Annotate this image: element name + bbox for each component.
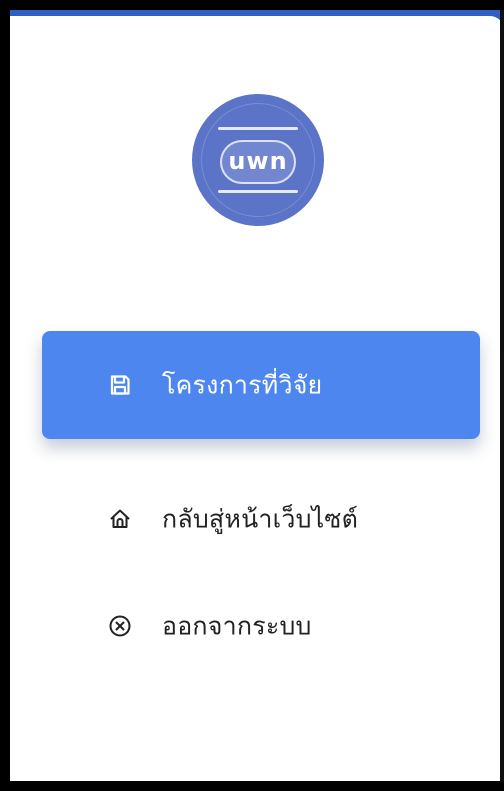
logo-top-line <box>218 127 298 130</box>
sidebar: uwn โครงการที่วิจัย กลับสู่หน้าเว็บไซต์ … <box>10 16 504 781</box>
sidebar-menu: โครงการที่วิจัย กลับสู่หน้าเว็บไซต์ ออกจ… <box>42 331 480 671</box>
window-edge <box>500 10 504 781</box>
logo-text: uwn <box>228 147 288 175</box>
app-frame: uwn โครงการที่วิจัย กลับสู่หน้าเว็บไซต์ … <box>10 10 504 781</box>
sidebar-item-research-projects[interactable]: โครงการที่วิจัย <box>42 331 480 439</box>
sidebar-item-logout[interactable]: ออกจากระบบ <box>42 581 480 671</box>
sidebar-item-label: ออกจากระบบ <box>162 611 312 641</box>
logo-bottom-line <box>218 190 298 193</box>
sidebar-item-label: โครงการที่วิจัย <box>162 370 323 400</box>
sidebar-item-back-to-website[interactable]: กลับสู่หน้าเว็บไซต์ <box>42 474 480 564</box>
uwn-logo: uwn <box>192 94 324 226</box>
sidebar-item-label: กลับสู่หน้าเว็บไซต์ <box>162 504 359 534</box>
close-circle-icon <box>108 614 132 638</box>
home-icon <box>108 507 132 531</box>
save-icon <box>108 373 132 397</box>
logo-mark: uwn <box>220 140 296 184</box>
